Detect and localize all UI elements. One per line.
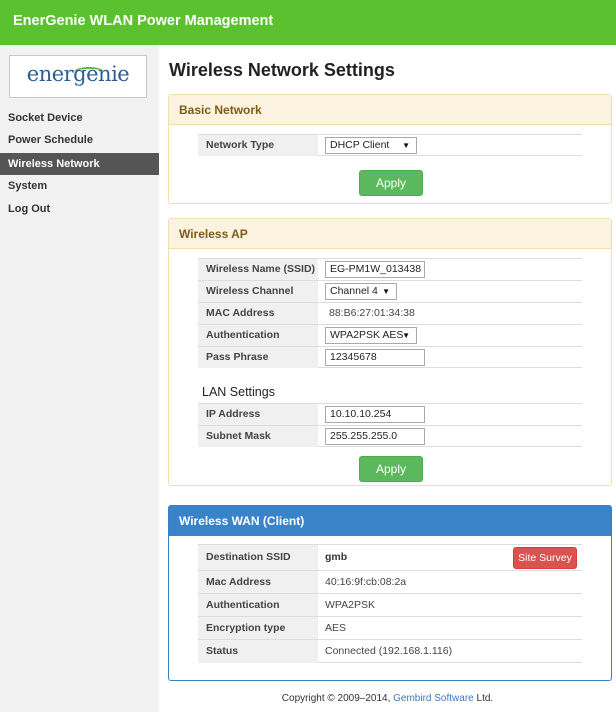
- wan-mac-row: Mac Address 40:16:9f:cb:08:2a: [198, 570, 582, 593]
- ap-apply-button[interactable]: Apply: [359, 456, 423, 482]
- channel-select[interactable]: Channel 4 ▼: [325, 283, 397, 300]
- ssid-row: Wireless Name (SSID) EG-PM1W_013438: [198, 258, 582, 280]
- network-type-row: Network Type DHCP Client ▼: [198, 134, 582, 156]
- network-type-label: Network Type: [198, 135, 318, 156]
- status-row: Status Connected (192.168.1.116): [198, 639, 582, 663]
- destination-ssid-value: gmb: [325, 551, 348, 563]
- wan-auth-row: Authentication WPA2PSK: [198, 593, 582, 616]
- ap-auth-row: Authentication WPA2PSK AES ▼: [198, 324, 582, 346]
- page-title: Wireless Network Settings: [169, 60, 395, 80]
- sidebar-item-system[interactable]: System: [0, 175, 159, 197]
- network-type-value: DHCP Client: [330, 139, 390, 151]
- ip-address-label: IP Address: [198, 404, 318, 425]
- wan-mac-value: 40:16:9f:cb:08:2a: [325, 576, 407, 588]
- ap-mac-label: MAC Address: [198, 303, 318, 324]
- chevron-down-icon: ▼: [402, 141, 410, 150]
- ap-mac-row: MAC Address 88:B6:27:01:34:38: [198, 302, 582, 324]
- ap-auth-value: WPA2PSK AES: [330, 329, 404, 341]
- ap-auth-label: Authentication: [198, 325, 318, 346]
- logo-arc-icon: [74, 67, 104, 77]
- footer-suffix: Ltd.: [473, 693, 494, 704]
- footer-prefix: Copyright © 2009–2014,: [281, 693, 394, 704]
- wireless-ap-panel: Wireless AP Wireless Name (SSID) EG-PM1W…: [168, 218, 612, 486]
- wireless-wan-heading: Wireless WAN (Client): [169, 506, 611, 536]
- status-label: Status: [198, 640, 318, 663]
- basic-network-heading: Basic Network: [169, 95, 611, 125]
- ssid-label: Wireless Name (SSID): [198, 259, 318, 280]
- wan-auth-label: Authentication: [198, 594, 318, 616]
- sidebar-item-log-out[interactable]: Log Out: [0, 198, 159, 220]
- ap-auth-select[interactable]: WPA2PSK AES ▼: [325, 327, 417, 344]
- footer: Copyright © 2009–2014, Gembird Software …: [159, 693, 616, 704]
- wireless-wan-panel: Wireless WAN (Client) Destination SSID g…: [168, 505, 612, 681]
- sidebar-item-wireless-network[interactable]: Wireless Network: [0, 153, 159, 175]
- destination-ssid-label: Destination SSID: [198, 545, 318, 570]
- channel-label: Wireless Channel: [198, 281, 318, 302]
- wireless-ap-heading: Wireless AP: [169, 219, 611, 249]
- brand-logo: energenie: [9, 55, 147, 98]
- encryption-row: Encryption type AES: [198, 616, 582, 639]
- subnet-mask-label: Subnet Mask: [198, 426, 318, 447]
- subnet-mask-row: Subnet Mask 255.255.255.0: [198, 425, 582, 447]
- chevron-down-icon: ▼: [402, 331, 410, 340]
- wan-mac-label: Mac Address: [198, 571, 318, 593]
- lan-settings-heading: LAN Settings: [202, 385, 275, 399]
- pass-phrase-row: Pass Phrase 12345678: [198, 346, 582, 368]
- destination-ssid-row: Destination SSID gmb Site Survey: [198, 544, 582, 570]
- encryption-value: AES: [325, 622, 347, 634]
- ssid-input[interactable]: EG-PM1W_013438: [325, 261, 425, 278]
- ip-address-row: IP Address 10.10.10.254: [198, 403, 582, 425]
- ip-address-input[interactable]: 10.10.10.254: [325, 406, 425, 423]
- channel-row: Wireless Channel Channel 4 ▼: [198, 280, 582, 302]
- app-title: EnerGenie WLAN Power Management: [13, 13, 274, 29]
- top-header-bar: EnerGenie WLAN Power Management: [0, 0, 616, 45]
- wan-auth-value: WPA2PSK: [325, 599, 375, 611]
- site-survey-button[interactable]: Site Survey: [513, 547, 577, 569]
- sidebar: energenie Socket Device Power Schedule W…: [0, 45, 159, 712]
- subnet-mask-input[interactable]: 255.255.255.0: [325, 428, 425, 445]
- chevron-down-icon: ▼: [382, 287, 390, 296]
- channel-value: Channel 4: [330, 285, 378, 297]
- basic-network-panel: Basic Network Network Type DHCP Client ▼…: [168, 94, 612, 204]
- ap-mac-value: 88:B6:27:01:34:38: [329, 307, 415, 319]
- basic-apply-button[interactable]: Apply: [359, 170, 423, 196]
- status-value: Connected (192.168.1.116): [325, 645, 453, 657]
- pass-phrase-input[interactable]: 12345678: [325, 349, 425, 366]
- sidebar-item-socket-device[interactable]: Socket Device: [0, 107, 159, 129]
- encryption-label: Encryption type: [198, 617, 318, 639]
- footer-link[interactable]: Gembird Software: [393, 693, 474, 704]
- network-type-select[interactable]: DHCP Client ▼: [325, 137, 417, 154]
- sidebar-item-power-schedule[interactable]: Power Schedule: [0, 129, 159, 151]
- pass-phrase-label: Pass Phrase: [198, 347, 318, 368]
